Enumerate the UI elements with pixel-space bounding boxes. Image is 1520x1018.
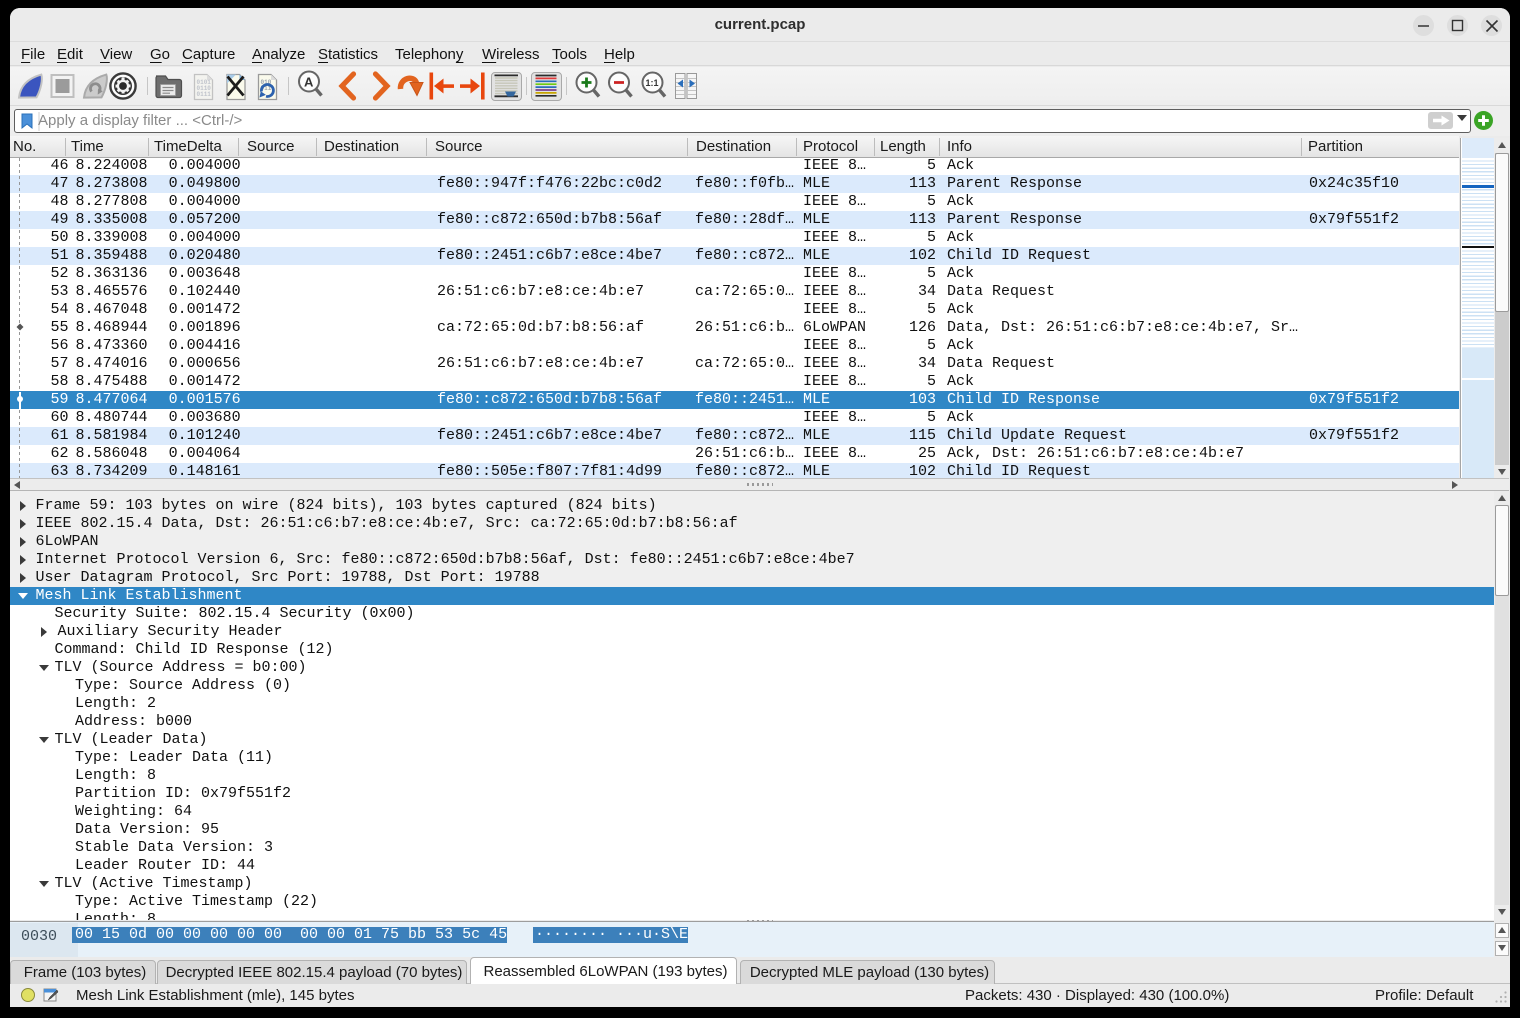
svg-text:1:1: 1:1 (646, 78, 659, 88)
svg-text:A: A (304, 75, 314, 90)
svg-text:0111: 0111 (197, 91, 212, 98)
